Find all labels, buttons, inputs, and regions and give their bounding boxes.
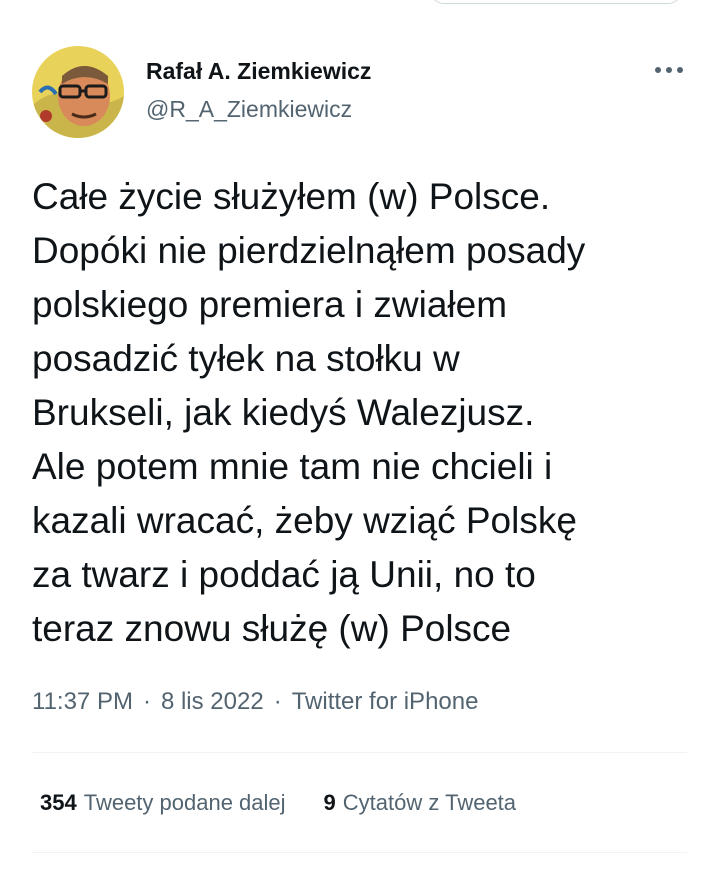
tweet-source[interactable]: Twitter for iPhone [292,688,479,716]
retweets-count: 354 [40,790,77,815]
meta-separator: · [142,688,151,715]
meta-separator: · [273,688,282,715]
retweets-stat[interactable]: 354 Tweety podane dalej [40,790,286,816]
retweets-label: Tweety podane dalej [83,790,286,815]
tweet-date[interactable]: 8 lis 2022 [161,688,264,716]
top-pill-button[interactable] [430,0,682,4]
tweet-stats: 354 Tweety podane dalej 9 Cytatów z Twee… [40,790,554,816]
quotes-label: Cytatów z Tweeta [342,790,517,815]
avatar[interactable] [32,46,124,138]
quotes-count: 9 [323,790,336,815]
more-horizontal-icon [655,67,683,73]
divider [32,852,687,853]
author-handle[interactable]: @R_A_Ziemkiewicz [146,96,352,123]
quotes-stat[interactable]: 9 Cytatów z Tweeta [324,790,516,816]
avatar-image [32,46,124,138]
tweet-time[interactable]: 11:37 PM [32,688,133,716]
tweet-meta: 11:37 PM · 8 lis 2022 · Twitter for iPho… [32,688,478,716]
author-name[interactable]: Rafał A. Ziemkiewicz [146,58,371,85]
tweet-header: Rafał A. Ziemkiewicz @R_A_Ziemkiewicz [32,46,687,140]
more-options-button[interactable] [651,52,687,88]
tweet-text: Całe życie służyłem (w) Polsce. Dopóki n… [32,176,586,649]
divider [32,752,687,753]
